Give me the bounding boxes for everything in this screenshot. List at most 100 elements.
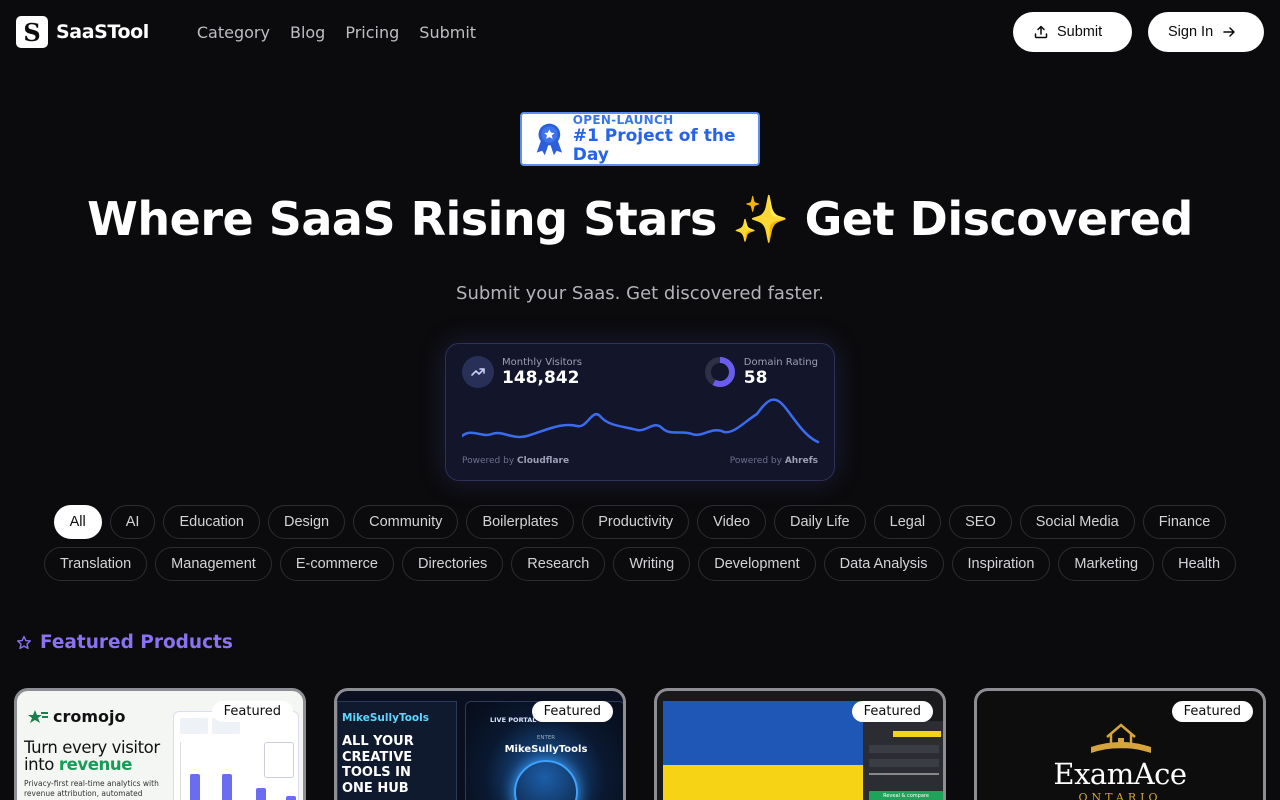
category-pill-boilerplates[interactable]: Boilerplates — [466, 505, 575, 539]
nav-category[interactable]: Category — [197, 23, 270, 42]
powered-right-brand: Ahrefs — [784, 456, 818, 466]
product-card-cromojo[interactable]: Featured cromojo Turn every visitor into… — [14, 688, 306, 800]
product-card-examace[interactable]: Featured ExamAce ONTARIO — [974, 688, 1266, 800]
cromojo-brand: cromojo — [53, 707, 126, 726]
rating-label: Domain Rating — [743, 356, 818, 368]
upload-icon — [1034, 25, 1048, 39]
top-navbar: S SaaSTool Category Blog Pricing Submit … — [0, 0, 1280, 64]
featured-heading-label: Featured Products — [40, 632, 233, 653]
powered-by-cloudflare: Powered by Cloudflare — [462, 456, 569, 466]
award-ribbon-icon — [536, 123, 563, 156]
category-pill-design[interactable]: Design — [267, 505, 346, 539]
reveal-compare-button: Reveal & compare — [869, 791, 943, 800]
featured-badge: Featured — [1171, 701, 1253, 722]
category-pill-management[interactable]: Management — [155, 547, 272, 581]
product-card-mikesullytools[interactable]: Featured MikeSullyTools ALL YOUR CREATIV… — [334, 688, 626, 800]
visitors-value: 148,842 — [502, 367, 580, 388]
sign-in-button-label: Sign In — [1168, 24, 1214, 40]
featured-badge: Featured — [531, 701, 613, 722]
cromojo-headline-line1: Turn every visitor — [24, 738, 160, 757]
cromojo-headline: Turn every visitor into revenue — [24, 739, 174, 774]
sparkle-icon: ✨ — [732, 192, 790, 246]
rating-value: 58 — [743, 367, 768, 388]
rating-donut-icon — [704, 357, 735, 387]
category-pill-seo[interactable]: SEO — [949, 505, 1012, 539]
hero-title-part1: Where SaaS Rising Stars — [87, 192, 717, 246]
category-pill-video[interactable]: Video — [697, 505, 766, 539]
cromojo-dashboard-preview — [173, 711, 299, 800]
category-pill-all[interactable]: All — [53, 505, 102, 539]
flag-blue-stripe — [663, 701, 863, 765]
house-book-icon — [1091, 723, 1151, 753]
category-pill-inspiration[interactable]: Inspiration — [951, 547, 1051, 581]
category-pill-e-commerce[interactable]: E-commerce — [279, 547, 394, 581]
header-actions: Submit Sign In — [1013, 12, 1264, 52]
product-card-flag-compare[interactable]: Featured Reveal & compare — [654, 688, 946, 800]
arrow-right-icon — [1223, 27, 1235, 37]
brand-name: SaaSTool — [56, 21, 149, 43]
mikesully-headline: ALL YOUR CREATIVE TOOLS IN ONE HUB — [342, 734, 414, 796]
category-pill-finance[interactable]: Finance — [1142, 505, 1227, 539]
category-pill-social-media[interactable]: Social Media — [1019, 505, 1135, 539]
mikesully-portal-enter: ENTER — [536, 735, 556, 741]
mikesully-portal-label: LIVE PORTAL — [490, 716, 537, 724]
star-logo-icon — [28, 709, 48, 723]
category-pill-writing[interactable]: Writing — [613, 547, 691, 581]
cromojo-headline-prefix: into — [24, 755, 55, 775]
category-pills-row-2: Translation Management E-commerce Directori… — [0, 547, 1280, 581]
category-pill-community[interactable]: Community — [353, 505, 459, 539]
cromojo-headline-accent: revenue — [58, 755, 133, 775]
category-pill-translation[interactable]: Translation — [43, 547, 148, 581]
category-pill-directories[interactable]: Directories — [402, 547, 504, 581]
domain-rating-stat: Domain Rating 58 — [704, 356, 818, 388]
sign-in-button[interactable]: Sign In — [1148, 12, 1264, 52]
category-pill-education[interactable]: Education — [163, 505, 260, 539]
category-pills-row-1: All AI Education Design Community Boilerplate… — [0, 505, 1280, 539]
mikesully-left-panel: MikeSullyTools ALL YOUR CREATIVE TOOLS I… — [337, 701, 457, 800]
powered-right-prefix: Powered by — [729, 456, 782, 466]
category-pill-marketing[interactable]: Marketing — [1058, 547, 1155, 581]
stats-card: Monthly Visitors 148,842 Domain Rating 5… — [445, 343, 835, 481]
powered-left-brand: Cloudflare — [517, 456, 570, 466]
trend-up-icon — [462, 356, 494, 388]
powered-by-ahrefs: Powered by Ahrefs — [730, 456, 818, 466]
category-pill-health[interactable]: Health — [1162, 547, 1237, 581]
submit-button[interactable]: Submit — [1013, 12, 1132, 52]
star-outline-icon — [17, 635, 31, 649]
cromojo-logo: cromojo — [27, 707, 126, 726]
submit-button-label: Submit — [1057, 24, 1103, 40]
nav-blog[interactable]: Blog — [290, 23, 325, 42]
powered-left-prefix: Powered by — [462, 456, 515, 466]
nav-pricing[interactable]: Pricing — [345, 23, 399, 42]
featured-products-heading: Featured Products — [16, 632, 233, 653]
mikesully-portal-title: MikeSullyTools — [504, 744, 588, 755]
visitors-label: Monthly Visitors — [502, 356, 582, 368]
badge-title: #1 Project of the Day — [572, 125, 736, 165]
examace-title: ExamAce — [1053, 757, 1187, 791]
featured-badge: Featured — [211, 701, 293, 722]
monthly-visitors-stat: Monthly Visitors 148,842 — [462, 356, 582, 388]
flag-yellow-stripe — [663, 765, 863, 800]
category-pill-development[interactable]: Development — [698, 547, 816, 581]
category-pill-ai[interactable]: AI — [109, 505, 156, 539]
badge-label: OPEN-LAUNCH — [572, 112, 674, 127]
brand-logo[interactable]: S SaaSTool — [16, 16, 149, 48]
nav-submit[interactable]: Submit — [419, 23, 476, 42]
mikesully-brand: MikeSullyTools — [342, 712, 429, 724]
featured-badge: Featured — [851, 701, 933, 722]
category-pill-research[interactable]: Research — [511, 547, 606, 581]
compare-control-panel: Reveal & compare — [863, 721, 943, 800]
category-pill-legal[interactable]: Legal — [873, 505, 942, 539]
category-pill-daily-life[interactable]: Daily Life — [773, 505, 866, 539]
cromojo-body: Privacy-first real-time analytics with r… — [24, 779, 159, 800]
main-nav: Category Blog Pricing Submit — [197, 23, 476, 42]
hero-title-part2: Get Discovered — [804, 192, 1194, 246]
visitors-sparkline — [462, 398, 820, 444]
examace-subtitle: ONTARIO — [1078, 791, 1162, 800]
category-pill-data-analysis[interactable]: Data Analysis — [823, 547, 944, 581]
logo-icon: S — [16, 16, 48, 48]
hero-subtitle: Submit your Saas. Get discovered faster. — [456, 283, 824, 304]
open-launch-badge[interactable]: OPEN-LAUNCH #1 Project of the Day — [520, 112, 760, 166]
category-pill-productivity[interactable]: Productivity — [582, 505, 690, 539]
hero-title: Where SaaS Rising Stars ✨ Get Discovered — [0, 192, 1280, 247]
